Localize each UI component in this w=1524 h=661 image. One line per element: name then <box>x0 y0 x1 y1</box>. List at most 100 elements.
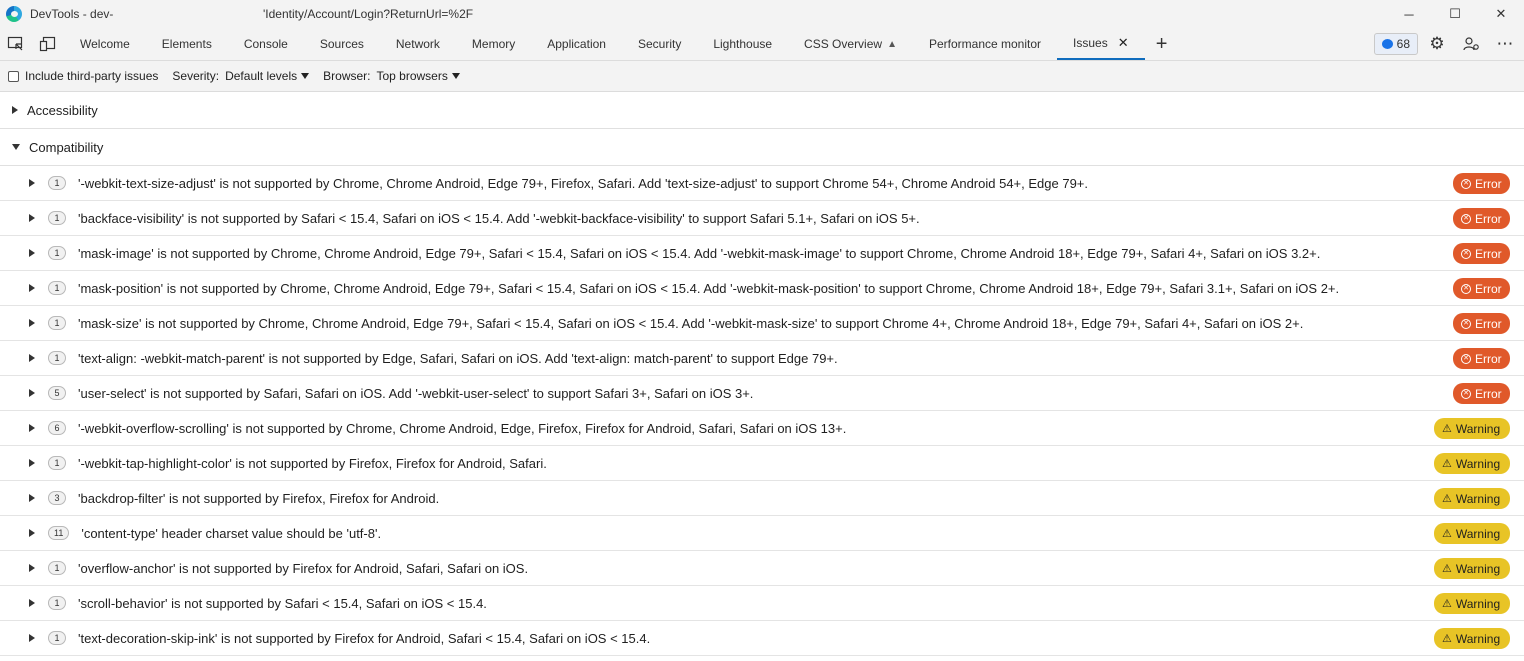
tab-memory[interactable]: Memory <box>456 28 531 60</box>
severity-label: Warning <box>1455 491 1501 506</box>
issue-text: '-webkit-tap-highlight-color' is not sup… <box>78 455 547 471</box>
issue-row[interactable]: 5 'user-select' is not supported by Safar… <box>0 376 1524 411</box>
section-title: Compatibility <box>29 139 104 155</box>
severity-label: Warning <box>1455 526 1501 541</box>
add-tab-button[interactable]: + <box>1145 28 1179 60</box>
expand-arrow-icon[interactable] <box>29 354 35 362</box>
tab-css-overview[interactable]: CSS Overview ▲ <box>788 28 913 60</box>
severity-label: Warning <box>1455 421 1501 436</box>
error-badge: ✕ Error <box>1453 313 1510 334</box>
tab-lighthouse[interactable]: Lighthouse <box>697 28 788 60</box>
window-title: DevTools - dev- <box>30 7 114 21</box>
tab-welcome[interactable]: Welcome <box>64 28 146 60</box>
browser-select[interactable]: Top browsers <box>376 69 460 83</box>
expand-arrow-icon[interactable] <box>29 494 35 502</box>
close-tab-icon[interactable]: ✕ <box>1118 35 1129 51</box>
expand-arrow-icon[interactable] <box>29 424 35 432</box>
expand-arrow-icon[interactable] <box>29 389 35 397</box>
expand-arrow-icon[interactable] <box>29 634 35 642</box>
severity-value: Default levels <box>225 69 298 83</box>
expand-arrow-icon[interactable] <box>29 564 35 572</box>
warning-badge: ⚠ Warning <box>1434 453 1510 474</box>
issue-row[interactable]: 1 '-webkit-text-size-adjust' is not suppo… <box>0 166 1524 201</box>
issue-text: 'content-type' header charset value shou… <box>81 525 382 541</box>
settings-gear-icon[interactable]: ⚙ <box>1422 29 1452 59</box>
error-circle-icon: ✕ <box>1461 248 1471 259</box>
issues-counter-button[interactable]: 68 <box>1373 33 1418 55</box>
issue-row[interactable]: 1 'mask-position' is not supported by Chr… <box>0 271 1524 306</box>
issue-row[interactable]: 6 '-webkit-overflow-scrolling' is not sup… <box>0 411 1524 446</box>
severity-label: Error <box>1475 386 1502 401</box>
tab-sources[interactable]: Sources <box>304 28 380 60</box>
issue-row[interactable]: 1 'scroll-behavior' is not supported by S… <box>0 586 1524 621</box>
issue-count-badge: 3 <box>48 491 66 505</box>
issue-count-badge: 1 <box>48 281 66 295</box>
issue-count-badge: 1 <box>48 631 66 645</box>
issue-count-badge: 1 <box>48 211 66 225</box>
warning-badge: ⚠ Warning <box>1434 558 1510 579</box>
third-party-filter[interactable]: Include third-party issues <box>8 69 158 83</box>
severity-select[interactable]: Default levels <box>225 69 310 83</box>
section-accessibility[interactable]: Accessibility <box>0 92 1524 129</box>
customize-profile-icon[interactable] <box>1456 29 1486 59</box>
device-emulation-icon[interactable] <box>32 28 64 60</box>
more-options-icon[interactable]: ⋯ <box>1490 29 1520 59</box>
tab-issues[interactable]: Issues ✕ <box>1057 28 1145 60</box>
issue-row[interactable]: 1 'overflow-anchor' is not supported by F… <box>0 551 1524 586</box>
expand-arrow-icon[interactable] <box>29 179 35 187</box>
issue-text: 'user-select' is not supported by Safari… <box>78 385 754 401</box>
dropdown-caret-icon <box>451 73 460 79</box>
issue-count-badge: 1 <box>48 246 66 260</box>
severity-label: Error <box>1475 246 1502 261</box>
issues-filter-bar: Include third-party issues Severity: Def… <box>0 61 1524 92</box>
issue-row[interactable]: 1 '-webkit-tap-highlight-color' is not su… <box>0 446 1524 481</box>
third-party-checkbox[interactable] <box>8 70 19 82</box>
severity-label: Error <box>1475 176 1502 191</box>
section-title: Accessibility <box>27 102 98 118</box>
issue-row[interactable]: 1 'text-decoration-skip-ink' is not suppo… <box>0 621 1524 656</box>
issue-count-badge: 1 <box>48 351 66 365</box>
tab-console[interactable]: Console <box>228 28 304 60</box>
tab-network[interactable]: Network <box>380 28 456 60</box>
browser-filter[interactable]: Browser: Top browsers <box>323 69 460 83</box>
section-compatibility[interactable]: Compatibility <box>0 129 1524 166</box>
close-window-button[interactable]: ✕ <box>1478 0 1524 28</box>
window-title-url: 'Identity/Account/Login?ReturnUrl=%2F <box>263 7 474 21</box>
expand-arrow-icon[interactable] <box>29 284 35 292</box>
expand-arrow-icon[interactable] <box>29 599 35 607</box>
expand-arrow-icon[interactable] <box>29 319 35 327</box>
issue-row[interactable]: 1 'backface-visibility' is not supported … <box>0 201 1524 236</box>
tab-application[interactable]: Application <box>531 28 622 60</box>
issue-row[interactable]: 1 'text-align: -webkit-match-parent' is n… <box>0 341 1524 376</box>
issue-text: '-webkit-overflow-scrolling' is not supp… <box>78 420 847 436</box>
issue-row[interactable]: 1 'mask-size' is not supported by Chrome,… <box>0 306 1524 341</box>
expand-arrow-icon[interactable] <box>29 249 35 257</box>
tab-performance-monitor[interactable]: Performance monitor <box>913 28 1057 60</box>
expand-arrow-icon[interactable] <box>29 459 35 467</box>
severity-label: Severity: <box>172 69 220 83</box>
collapse-arrow-icon <box>12 144 20 150</box>
severity-filter[interactable]: Severity: Default levels <box>172 69 310 83</box>
severity-label: Warning <box>1455 561 1501 576</box>
edge-devtools-logo-icon <box>6 6 22 22</box>
warning-triangle-icon: ⚠ <box>1442 528 1452 540</box>
issue-row[interactable]: 11 'content-type' header charset value sh… <box>0 516 1524 551</box>
warning-badge: ⚠ Warning <box>1434 523 1510 544</box>
expand-arrow-icon[interactable] <box>29 214 35 222</box>
maximize-button[interactable]: ☐ <box>1432 0 1478 28</box>
error-badge: ✕ Error <box>1453 173 1510 194</box>
expand-arrow-icon[interactable] <box>29 529 35 537</box>
title-bar: DevTools - dev- 'Identity/Account/Login?… <box>0 0 1524 28</box>
tab-label: Welcome <box>80 37 130 51</box>
warning-triangle-icon: ⚠ <box>1442 563 1452 575</box>
issue-text: 'overflow-anchor' is not supported by Fi… <box>78 560 529 576</box>
issue-row[interactable]: 3 'backdrop-filter' is not supported by F… <box>0 481 1524 516</box>
window-controls: ─ ☐ ✕ <box>1386 0 1524 28</box>
browser-label: Browser: <box>323 69 371 83</box>
minimize-button[interactable]: ─ <box>1386 0 1432 28</box>
inspect-element-icon[interactable] <box>0 28 32 60</box>
issue-count-badge: 1 <box>48 561 66 575</box>
issue-row[interactable]: 1 'mask-image' is not supported by Chrome… <box>0 236 1524 271</box>
tab-elements[interactable]: Elements <box>146 28 228 60</box>
tab-security[interactable]: Security <box>622 28 697 60</box>
